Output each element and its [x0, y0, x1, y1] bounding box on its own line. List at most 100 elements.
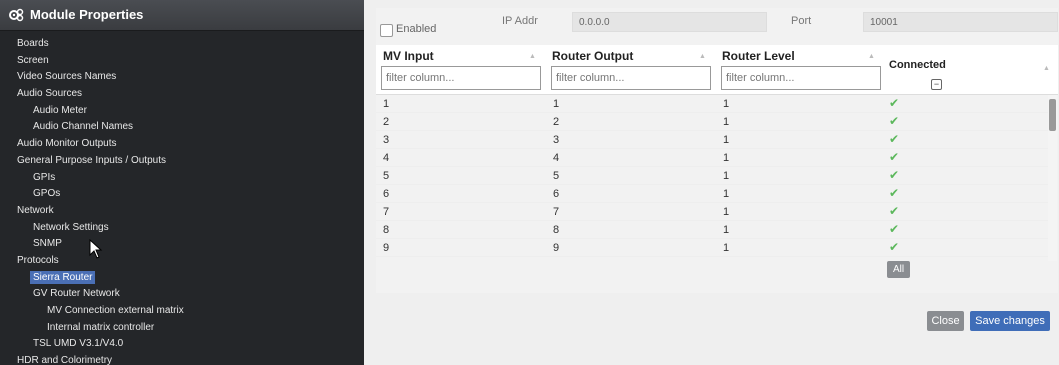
table-cell: 5 — [553, 170, 560, 182]
sidebar-item[interactable]: GV Router Network — [0, 286, 364, 303]
table-cell: 1 — [723, 170, 730, 182]
column-header-mv-input[interactable]: MV Input — [383, 49, 434, 63]
enabled-checkbox[interactable] — [380, 24, 393, 37]
sidebar-item[interactable]: Audio Sources — [0, 86, 364, 103]
table-cell: 1 — [723, 206, 730, 218]
sidebar-item-label: Video Sources Names — [17, 71, 117, 83]
connected-check-icon: ✔ — [889, 186, 900, 200]
close-button[interactable]: Close — [927, 311, 964, 331]
table-cell: 1 — [723, 134, 730, 146]
sidebar-nav: Boards Screen Video Sources Names Audio Sou… — [0, 36, 364, 365]
sort-icon[interactable]: ▲ — [1043, 65, 1050, 72]
table-cell: 5 — [383, 170, 390, 182]
table-cell: 4 — [383, 152, 390, 164]
sidebar-item-label: Network Settings — [33, 221, 109, 233]
sidebar-item[interactable]: GPIs — [0, 170, 364, 187]
sidebar-item-label: SNMP — [33, 238, 62, 250]
sidebar-item[interactable]: TSL UMD V3.1/V4.0 — [0, 336, 364, 353]
sidebar-item-label: Audio Meter — [33, 104, 87, 116]
sidebar-item[interactable]: Sierra Router — [0, 270, 364, 287]
router-panel: Enabled IP Addr 0.0.0.0 Port 10001 MV In… — [376, 8, 1058, 293]
column-header-router-level[interactable]: Router Level — [722, 49, 795, 63]
sidebar-item-label: GPIs — [33, 171, 56, 183]
table-cell: 3 — [383, 134, 390, 146]
table-cell: 1 — [553, 98, 560, 110]
sidebar-item-label: GV Router Network — [33, 288, 120, 300]
sort-icon[interactable]: ▲ — [529, 53, 536, 60]
sidebar-item-label: Audio Monitor Outputs — [17, 138, 117, 150]
sidebar-item-label: TSL UMD V3.1/V4.0 — [33, 338, 124, 350]
sidebar-item[interactable]: Protocols — [0, 253, 364, 270]
connected-check-icon: ✔ — [889, 150, 900, 164]
sidebar-item[interactable]: Screen — [0, 53, 364, 70]
sidebar-item[interactable]: General Purpose Inputs / Outputs — [0, 153, 364, 170]
table-cell: 8 — [553, 224, 560, 236]
table-cell: 1 — [723, 116, 730, 128]
filter-mv-input[interactable]: filter column... — [381, 66, 541, 90]
sidebar: Module Properties Boards Screen Video Sour… — [0, 0, 364, 365]
column-header-connected[interactable]: Connected — [889, 59, 946, 71]
table-cell: 1 — [723, 188, 730, 200]
sidebar-item[interactable]: Video Sources Names — [0, 69, 364, 86]
sort-icon[interactable]: ▲ — [699, 53, 706, 60]
sidebar-item[interactable]: HDR and Colorimetry — [0, 353, 364, 365]
table-row[interactable]: 5 5 1 ✔ — [376, 167, 1048, 185]
sidebar-item[interactable]: Network — [0, 203, 364, 220]
save-changes-button[interactable]: Save changes — [970, 311, 1050, 331]
sidebar-item[interactable]: Audio Channel Names — [0, 119, 364, 136]
table-cell: 3 — [553, 134, 560, 146]
sidebar-item-label: General Purpose Inputs / Outputs — [17, 154, 166, 166]
ip-addr-field[interactable]: 0.0.0.0 — [572, 12, 767, 32]
sidebar-item[interactable]: Boards — [0, 36, 364, 53]
table-row[interactable]: 2 2 1 ✔ — [376, 113, 1048, 131]
table-cell: 1 — [723, 152, 730, 164]
table-cell: 8 — [383, 224, 390, 236]
sidebar-item[interactable]: Network Settings — [0, 220, 364, 237]
table-row[interactable]: 8 8 1 ✔ — [376, 221, 1048, 239]
connected-check-icon: ✔ — [889, 96, 900, 110]
scrollbar-thumb[interactable] — [1049, 99, 1056, 131]
port-field[interactable]: 10001 — [863, 12, 1058, 32]
filter-router-output[interactable]: filter column... — [551, 66, 711, 90]
connected-check-icon: ✔ — [889, 204, 900, 218]
table-row[interactable]: 3 3 1 ✔ — [376, 131, 1048, 149]
connected-check-icon: ✔ — [889, 168, 900, 182]
table-row[interactable]: 6 6 1 ✔ — [376, 185, 1048, 203]
filter-router-level[interactable]: filter column... — [721, 66, 881, 90]
sidebar-item-label: Sierra Router — [30, 270, 96, 284]
connection-settings: Enabled IP Addr 0.0.0.0 Port 10001 — [376, 8, 1058, 42]
sidebar-item[interactable]: Internal matrix controller — [0, 320, 364, 337]
sidebar-item-label: Network — [17, 204, 54, 216]
enabled-label: Enabled — [396, 23, 437, 35]
table-cell: 9 — [383, 242, 390, 254]
sidebar-item-label: Boards — [17, 38, 49, 49]
table-cell: 9 — [553, 242, 560, 254]
gears-icon — [9, 8, 24, 22]
table-row[interactable]: 1 1 1 ✔ — [376, 95, 1048, 113]
sidebar-item[interactable]: Audio Monitor Outputs — [0, 136, 364, 153]
sidebar-item-label: Internal matrix controller — [47, 321, 155, 333]
sidebar-item[interactable]: Audio Meter — [0, 103, 364, 120]
sidebar-item-label: Protocols — [17, 254, 59, 266]
ip-addr-label: IP Addr — [502, 15, 538, 27]
table-cell: 6 — [553, 188, 560, 200]
sidebar-item[interactable]: MV Connection external matrix — [0, 303, 364, 320]
collapse-icon[interactable]: − — [931, 79, 942, 90]
sidebar-item-label: Audio Channel Names — [33, 121, 134, 133]
column-header-router-output[interactable]: Router Output — [552, 49, 633, 63]
sort-icon[interactable]: ▲ — [868, 53, 875, 60]
sidebar-item[interactable]: SNMP — [0, 236, 364, 253]
table-row[interactable]: 7 7 1 ✔ — [376, 203, 1048, 221]
table-row[interactable]: 4 4 1 ✔ — [376, 149, 1048, 167]
table-row[interactable]: 9 9 1 ✔ — [376, 239, 1048, 257]
table-header: MV Input ▲ Router Output ▲ Router Level … — [376, 45, 1058, 95]
connected-check-icon: ✔ — [889, 240, 900, 254]
sidebar-item[interactable]: GPOs — [0, 186, 364, 203]
table-cell: 4 — [553, 152, 560, 164]
all-button[interactable]: All — [887, 261, 910, 278]
table-cell: 1 — [723, 224, 730, 236]
port-label: Port — [791, 15, 812, 27]
sidebar-item-label: GPOs — [33, 188, 61, 200]
sidebar-item-label: Audio Sources — [17, 88, 83, 100]
table-cell: 2 — [553, 116, 560, 128]
